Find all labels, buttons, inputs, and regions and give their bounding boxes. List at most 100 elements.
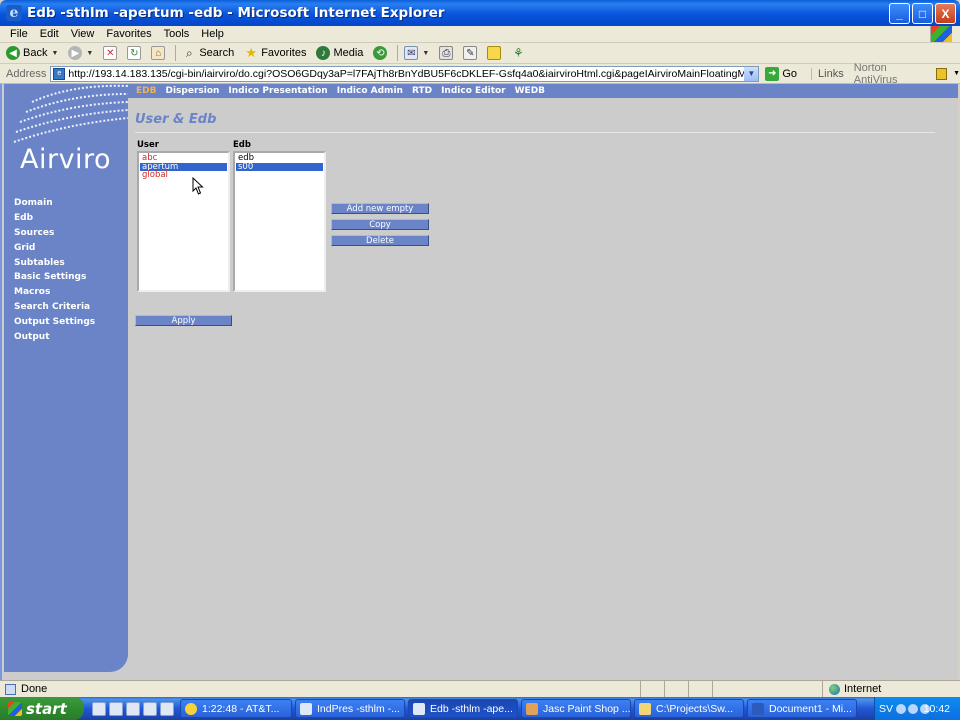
address-input[interactable]: e http://193.14.183.135/cgi-bin/iairviro… — [50, 65, 760, 82]
go-button[interactable]: ➜ Go — [765, 66, 797, 81]
norton-dropdown-icon[interactable]: ▼ — [953, 70, 960, 77]
menu-help[interactable]: Help — [195, 28, 230, 40]
menu-file[interactable]: File — [4, 28, 34, 40]
mouse-pointer-icon — [192, 177, 204, 195]
history-button[interactable]: ⟲ — [373, 46, 388, 60]
tab-wedb[interactable]: WEDB — [515, 86, 545, 96]
edb-option-s00[interactable]: s00 — [236, 162, 323, 171]
taskbar-item-edb[interactable]: Edb -sthlm -ape... — [408, 699, 518, 718]
history-icon: ⟲ — [373, 46, 388, 60]
language-indicator[interactable]: SV — [879, 703, 893, 715]
taskbar-item-att[interactable]: 1:22:48 - AT&T... — [180, 699, 292, 718]
search-button[interactable]: ⌕ Search — [182, 46, 234, 60]
edb-list-label: Edb — [233, 140, 251, 150]
mail-button[interactable]: ✉ ▼ — [404, 46, 429, 60]
page-title: User & Edb — [135, 112, 217, 127]
tab-rtd[interactable]: RTD — [412, 86, 432, 96]
media-button[interactable]: ♪ Media — [316, 46, 363, 60]
sidebar-item-domain[interactable]: Domain — [14, 196, 95, 211]
taskbar-item-label: Document1 - Mi... — [769, 702, 852, 715]
search-icon: ⌕ — [185, 45, 193, 60]
outlook-quicklaunch-icon[interactable] — [109, 701, 123, 716]
user-listbox[interactable]: abc apertum global — [137, 151, 230, 292]
favorites-button[interactable]: ★ Favorites — [244, 45, 306, 60]
forward-dropdown-icon[interactable]: ▼ — [86, 50, 93, 57]
sidebar-item-output-settings[interactable]: Output Settings — [14, 315, 95, 330]
menu-tools[interactable]: Tools — [158, 28, 196, 40]
ie-page-icon — [413, 702, 425, 715]
back-button[interactable]: ◀ Back ▼ — [6, 46, 58, 60]
media-quicklaunch-icon[interactable] — [160, 701, 174, 716]
menu-view[interactable]: View — [65, 28, 101, 40]
taskbar-item-label: Jasc Paint Shop ... — [543, 702, 631, 715]
stop-button[interactable]: ✕ — [103, 46, 118, 60]
refresh-icon: ↻ — [127, 46, 142, 60]
status-bar: Done Internet — [0, 680, 960, 697]
discuss-button[interactable] — [487, 46, 502, 60]
mail-icon: ✉ — [404, 46, 419, 60]
ie-quicklaunch-icon[interactable] — [126, 701, 140, 716]
system-tray: SV 10:42 — [874, 697, 960, 720]
taskbar-item-projects[interactable]: C:\Projects\Sw... — [634, 699, 744, 718]
menu-edit[interactable]: Edit — [34, 28, 65, 40]
sidebar-item-search-criteria[interactable]: Search Criteria — [14, 300, 95, 315]
taskbar-item-paintshop[interactable]: Jasc Paint Shop ... — [521, 699, 631, 718]
add-new-empty-button[interactable]: Add new empty — [331, 203, 429, 214]
user-list-label: User — [137, 140, 159, 150]
tab-edb[interactable]: EDB — [136, 86, 156, 96]
sidebar-item-sources[interactable]: Sources — [14, 226, 95, 241]
sidebar-item-edb[interactable]: Edb — [14, 211, 95, 226]
star-icon: ★ — [245, 45, 258, 60]
copy-button[interactable]: Copy — [331, 219, 429, 230]
forward-button[interactable]: ▶ ▼ — [68, 46, 93, 60]
sidebar-item-subtables[interactable]: Subtables — [14, 256, 95, 271]
home-button[interactable]: ⌂ — [151, 46, 166, 60]
apply-button[interactable]: Apply — [135, 315, 232, 326]
network-quicklaunch-icon[interactable] — [143, 701, 157, 716]
taskbar: start 1:22:48 - AT&T... IndPres -sthlm -… — [0, 697, 960, 720]
discuss-icon — [487, 46, 502, 60]
address-bar: Address e http://193.14.183.135/cgi-bin/… — [0, 62, 960, 86]
web-content: Airviro Domain Edb Sources Grid Subtable… — [0, 84, 958, 680]
taskbar-item-label: IndPres -sthlm -... — [317, 702, 400, 715]
tab-dispersion[interactable]: Dispersion — [165, 86, 219, 96]
sidebar-item-basic-settings[interactable]: Basic Settings — [14, 270, 95, 285]
print-button[interactable]: ⎙ — [439, 46, 454, 60]
refresh-button[interactable]: ↻ — [127, 46, 142, 60]
user-option-global[interactable]: global — [140, 171, 227, 180]
tray-help-icon[interactable] — [896, 703, 907, 714]
tab-indico-presentation[interactable]: Indico Presentation — [228, 86, 327, 96]
norton-antivirus-button[interactable]: Norton AntiVirus — [854, 62, 930, 86]
links-button[interactable]: Links — [811, 67, 844, 80]
edit-button[interactable]: ✎ — [463, 46, 478, 60]
folder-quicklaunch-icon[interactable] — [92, 701, 106, 716]
sidebar-panel: Airviro Domain Edb Sources Grid Subtable… — [4, 84, 129, 672]
minimize-button[interactable]: _ — [889, 3, 910, 24]
maximize-button[interactable]: □ — [912, 3, 933, 24]
tray-network-icon[interactable] — [908, 703, 919, 714]
delete-button[interactable]: Delete — [331, 235, 429, 246]
norton-icon[interactable] — [935, 67, 948, 80]
airviro-logo[interactable]: Airviro — [20, 144, 111, 175]
mail-dropdown-icon[interactable]: ▼ — [422, 50, 429, 57]
sidebar-item-output[interactable]: Output — [14, 330, 95, 345]
media-icon: ♪ — [316, 46, 331, 60]
menu-favorites[interactable]: Favorites — [100, 28, 157, 40]
taskbar-item-document1[interactable]: Document1 - Mi... — [747, 699, 857, 718]
address-url[interactable]: http://193.14.183.135/cgi-bin/iairviro/d… — [68, 68, 758, 80]
window-titlebar[interactable]: e Edb -sthlm -apertum -edb - Microsoft I… — [0, 0, 960, 26]
smiley-icon — [185, 702, 197, 715]
edb-listbox[interactable]: edb s00 — [233, 151, 326, 292]
tab-indico-editor[interactable]: Indico Editor — [441, 86, 506, 96]
tab-indico-admin[interactable]: Indico Admin — [337, 86, 403, 96]
taskbar-item-indpres[interactable]: IndPres -sthlm -... — [295, 699, 405, 718]
back-dropdown-icon[interactable]: ▼ — [51, 50, 58, 57]
start-button[interactable]: start — [0, 697, 84, 720]
sidebar-item-grid[interactable]: Grid — [14, 241, 95, 256]
sidebar-item-macros[interactable]: Macros — [14, 285, 95, 300]
close-button[interactable]: X — [935, 3, 956, 24]
back-arrow-icon: ◀ — [6, 46, 20, 60]
address-dropdown-icon[interactable]: ▼ — [744, 66, 759, 81]
word-icon — [752, 702, 764, 715]
messenger-button[interactable]: ⚘ — [511, 46, 525, 60]
